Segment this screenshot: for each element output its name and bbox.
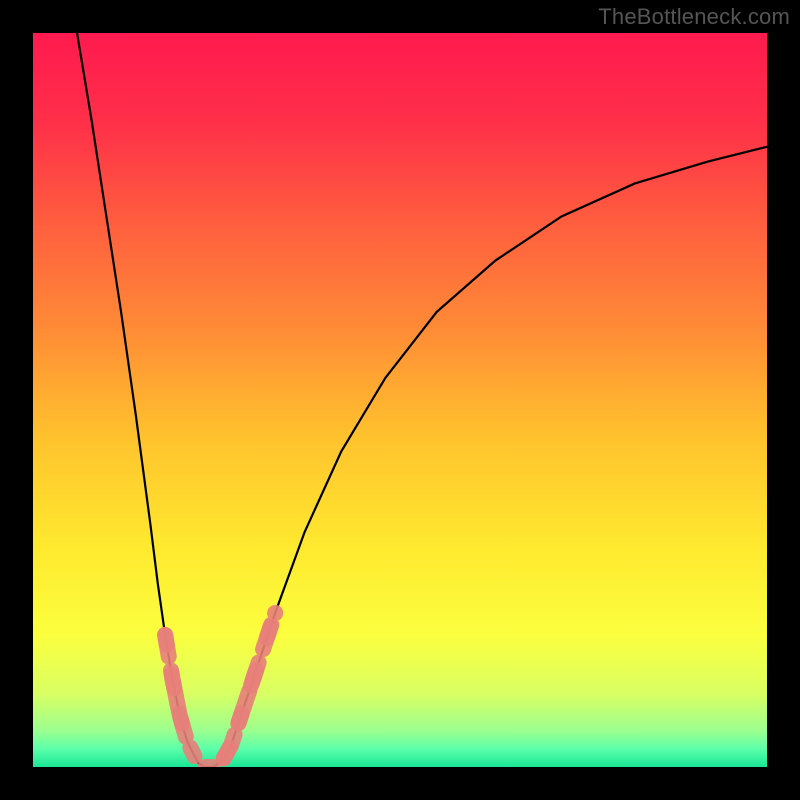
watermark-text: TheBottleneck.com (598, 4, 790, 30)
plot-area (33, 33, 767, 767)
left-curve (77, 33, 205, 767)
curves-layer (33, 33, 767, 767)
salmon-highlight-left (165, 635, 194, 756)
right-curve (213, 147, 767, 767)
chart-frame: TheBottleneck.com (0, 0, 800, 800)
